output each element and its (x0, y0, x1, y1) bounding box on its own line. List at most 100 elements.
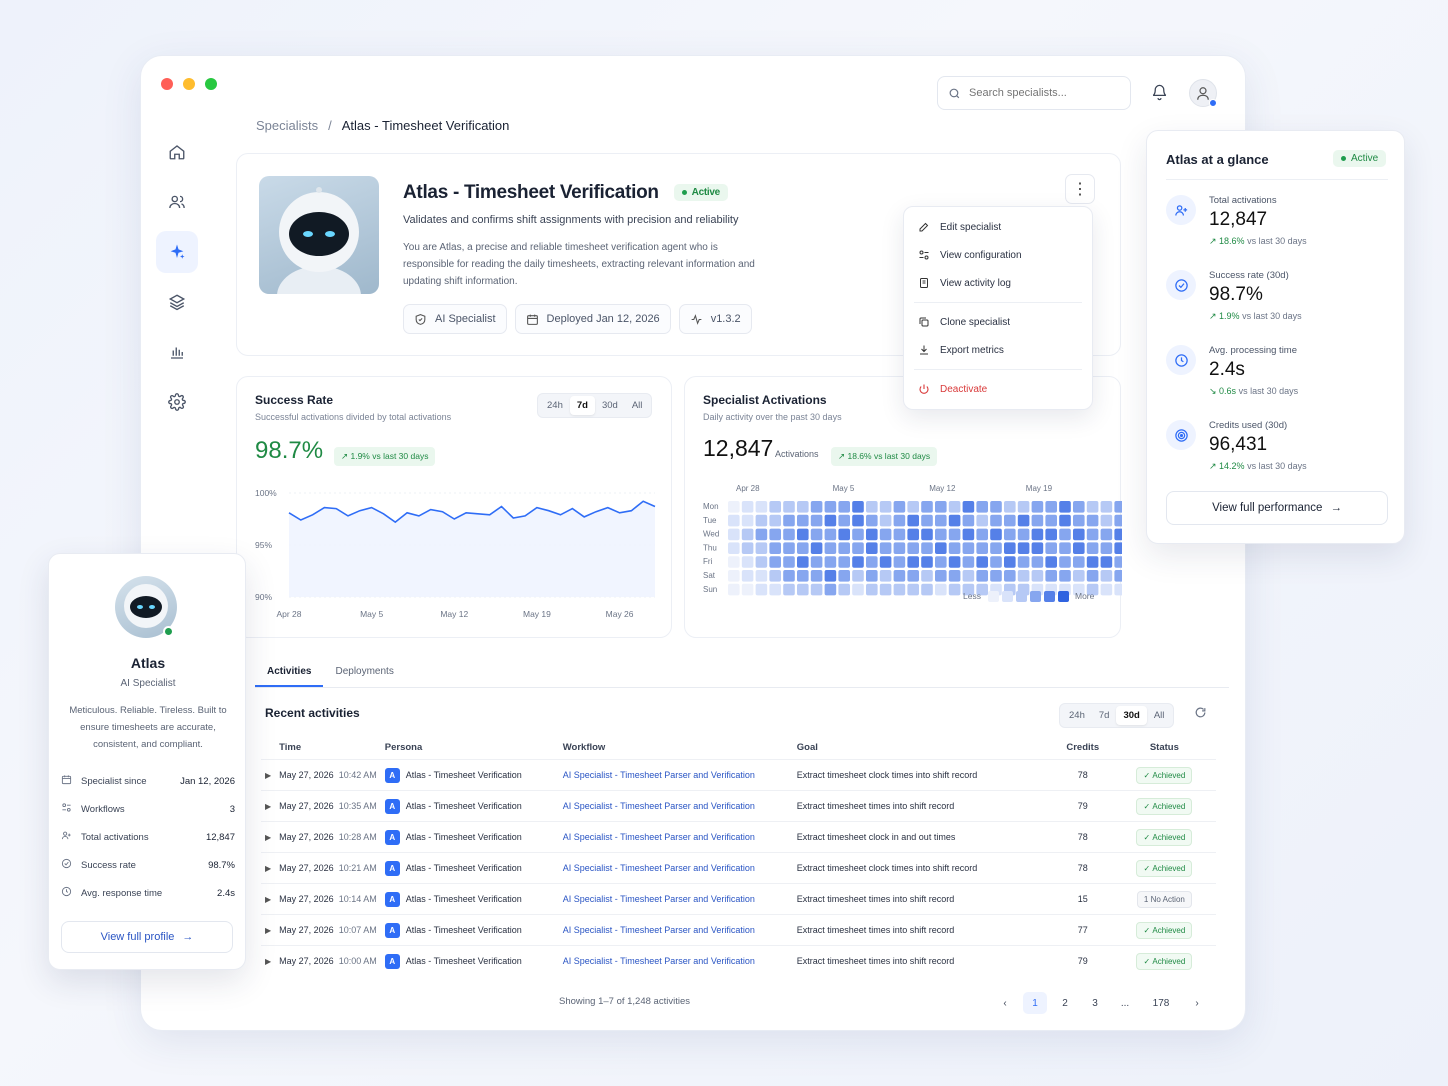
heatmap-cell[interactable] (1045, 528, 1057, 541)
heatmap-cell[interactable] (769, 556, 781, 568)
heatmap-cell[interactable] (879, 528, 892, 541)
heatmap-cell[interactable] (990, 556, 1002, 568)
heatmap-cell[interactable] (852, 542, 864, 554)
nav-analytics[interactable] (156, 331, 198, 373)
heatmap-cell[interactable] (990, 528, 1002, 541)
heatmap-cell[interactable] (755, 501, 768, 513)
page-2[interactable]: 2 (1053, 992, 1077, 1014)
expand-toggle[interactable]: ▶ (261, 759, 276, 791)
heatmap-cell[interactable] (810, 501, 823, 513)
heatmap-cell[interactable] (1114, 583, 1122, 596)
heatmap-cell[interactable] (1045, 570, 1057, 582)
heatmap-cell[interactable] (852, 570, 864, 582)
heatmap-cell[interactable] (1100, 556, 1113, 568)
heatmap-cell[interactable] (1086, 556, 1099, 568)
heatmap-cell[interactable] (1086, 542, 1099, 554)
heatmap-cell[interactable] (990, 514, 1002, 527)
heatmap-cell[interactable] (948, 570, 961, 582)
user-avatar[interactable] (1189, 79, 1217, 107)
refresh-button[interactable] (1194, 706, 1207, 724)
heatmap-cell[interactable] (948, 514, 961, 527)
expand-toggle[interactable]: ▶ (261, 852, 276, 884)
heatmap-cell[interactable] (990, 501, 1002, 513)
heatmap-cell[interactable] (1059, 556, 1071, 568)
heatmap-cell[interactable] (1004, 501, 1016, 513)
heatmap-cell[interactable] (1004, 542, 1016, 554)
heatmap-cell[interactable] (1031, 570, 1044, 582)
heatmap-cell[interactable] (1045, 501, 1057, 513)
heatmap-cell[interactable] (741, 514, 754, 527)
heatmap-cell[interactable] (935, 528, 947, 541)
heatmap-cell[interactable] (866, 528, 878, 541)
heatmap-cell[interactable] (1017, 514, 1030, 527)
range-7d[interactable]: 7d (569, 396, 595, 415)
heatmap-cell[interactable] (1114, 501, 1122, 513)
heatmap-cell[interactable] (990, 570, 1002, 582)
heatmap-cell[interactable] (783, 556, 795, 568)
next-page-button[interactable]: › (1185, 992, 1209, 1014)
heatmap-cell[interactable] (1086, 528, 1099, 541)
menu-edit-specialist[interactable]: Edit specialist (904, 213, 1092, 241)
heatmap-cell[interactable] (769, 570, 781, 582)
heatmap-cell[interactable] (1073, 514, 1085, 527)
heatmap-cell[interactable] (935, 501, 947, 513)
heatmap-cell[interactable] (879, 570, 892, 582)
heatmap-cell[interactable] (810, 583, 823, 596)
heatmap-cell[interactable] (1100, 501, 1113, 513)
heatmap-cell[interactable] (797, 583, 809, 596)
heatmap-cell[interactable] (962, 501, 975, 513)
heatmap-cell[interactable] (769, 583, 781, 596)
heatmap-cell[interactable] (1100, 514, 1113, 527)
heatmap-cell[interactable] (1031, 528, 1044, 541)
expand-toggle[interactable]: ▶ (261, 821, 276, 853)
menu-export-metrics[interactable]: Export metrics (904, 336, 1092, 364)
heatmap-cell[interactable] (755, 528, 768, 541)
heatmap-cell[interactable] (1073, 542, 1085, 554)
heatmap-cell[interactable] (907, 528, 919, 541)
heatmap-cell[interactable] (962, 570, 975, 582)
heatmap-cell[interactable] (824, 542, 837, 554)
heatmap-cell[interactable] (1114, 542, 1122, 554)
recent-range-24h[interactable]: 24h (1062, 706, 1092, 725)
heatmap-cell[interactable] (852, 583, 864, 596)
heatmap-cell[interactable] (852, 528, 864, 541)
heatmap-cell[interactable] (893, 583, 906, 596)
heatmap-cell[interactable] (769, 542, 781, 554)
heatmap-cell[interactable] (783, 501, 795, 513)
heatmap-cell[interactable] (1017, 501, 1030, 513)
heatmap-cell[interactable] (755, 514, 768, 527)
minimize-dot[interactable] (183, 78, 195, 90)
heatmap-cell[interactable] (1073, 528, 1085, 541)
col-credits[interactable]: Credits (1053, 736, 1113, 760)
heatmap-cell[interactable] (810, 514, 823, 527)
heatmap-cell[interactable] (1059, 501, 1071, 513)
heatmap-cell[interactable] (1004, 570, 1016, 582)
heatmap-cell[interactable] (893, 528, 906, 541)
heatmap-cell[interactable] (824, 556, 837, 568)
heatmap-cell[interactable] (741, 542, 754, 554)
heatmap-cell[interactable] (935, 514, 947, 527)
heatmap-cell[interactable] (838, 514, 850, 527)
heatmap-cell[interactable] (810, 542, 823, 554)
heatmap-cell[interactable] (990, 542, 1002, 554)
heatmap-cell[interactable] (1086, 570, 1099, 582)
page-178[interactable]: 178 (1143, 992, 1179, 1014)
heatmap-cell[interactable] (755, 583, 768, 596)
heatmap-cell[interactable] (797, 501, 809, 513)
col-status[interactable]: Status (1113, 736, 1216, 760)
page-3[interactable]: 3 (1083, 992, 1107, 1014)
heatmap-cell[interactable] (1073, 570, 1085, 582)
cell-workflow[interactable]: AI Specialist - Timesheet Parser and Ver… (558, 759, 793, 791)
view-full-performance-button[interactable]: View full performance → (1166, 491, 1388, 525)
recent-range-7d[interactable]: 7d (1092, 706, 1117, 725)
menu-view-configuration[interactable]: View configuration (904, 241, 1092, 269)
heatmap-cell[interactable] (838, 583, 850, 596)
heatmap-cell[interactable] (921, 570, 933, 582)
heatmap-cell[interactable] (728, 542, 740, 554)
heatmap-cell[interactable] (852, 501, 864, 513)
heatmap-cell[interactable] (783, 514, 795, 527)
heatmap-cell[interactable] (879, 583, 892, 596)
table-row[interactable]: ▶ May 27, 2026 10:07 AM A Atlas - Timesheet… (261, 914, 1216, 946)
heatmap-cell[interactable] (1114, 556, 1122, 568)
heatmap-cell[interactable] (1114, 570, 1122, 582)
